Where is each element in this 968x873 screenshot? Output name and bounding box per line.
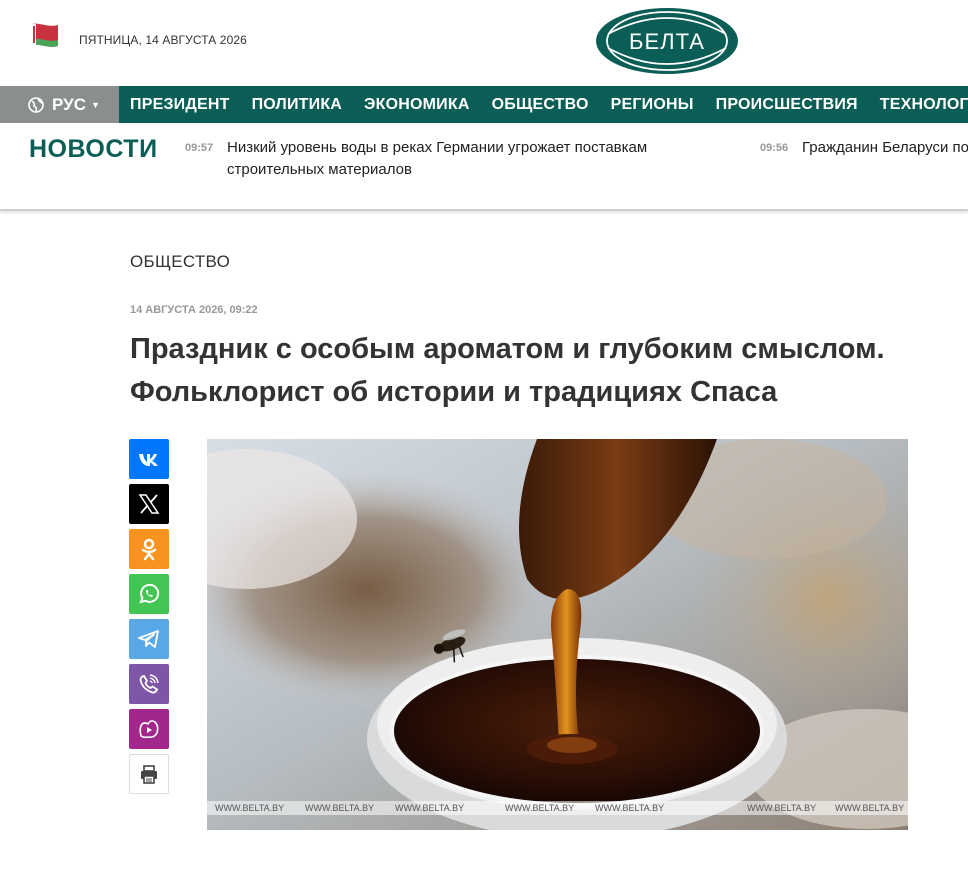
photo-watermark: WWW.BELTA.BY WWW.BELTA.BY WWW.BELTA.BY W… xyxy=(215,803,904,813)
telegram-icon xyxy=(138,630,159,648)
photo-watermark-text: WWW.BELTA.BY xyxy=(215,803,284,813)
language-selector[interactable]: РУС ▼ xyxy=(0,86,119,123)
vk-icon xyxy=(139,454,158,466)
article-section-link[interactable]: ОБЩЕСТВО xyxy=(130,252,230,272)
nav-items: ПРЕЗИДЕНТ ПОЛИТИКА ЭКОНОМИКА ОБЩЕСТВО РЕ… xyxy=(119,86,968,123)
ticker-headline[interactable]: Низкий уровень воды в реках Германии угр… xyxy=(227,137,697,181)
photo-watermark-text: WWW.BELTA.BY xyxy=(835,803,904,813)
article-lead-partial xyxy=(207,858,907,873)
globe-icon xyxy=(28,96,44,113)
photo-watermark-text: WWW.BELTA.BY xyxy=(747,803,816,813)
alice-icon xyxy=(139,720,159,739)
print-icon xyxy=(141,765,157,784)
language-label: РУС xyxy=(52,94,86,114)
odnoklassniki-icon xyxy=(141,538,157,561)
nav-item-regions[interactable]: РЕГИОНЫ xyxy=(600,96,705,114)
belarus-flag-icon xyxy=(32,23,58,47)
ticker-headline[interactable]: Гражданин Беларуси по xyxy=(802,137,968,159)
main-nav: РУС ▼ ПРЕЗИДЕНТ ПОЛИТИКА ЭКОНОМИКА ОБЩЕС… xyxy=(0,86,968,123)
belta-logo[interactable]: БЕЛТА xyxy=(594,6,740,76)
photo-watermark-text: WWW.BELTA.BY xyxy=(305,803,374,813)
nav-item-economy[interactable]: ЭКОНОМИКА xyxy=(353,96,481,114)
article-title: Праздник с особым ароматом и глубоким см… xyxy=(130,333,885,408)
honey-photo-image: WWW.BELTA.BY WWW.BELTA.BY WWW.BELTA.BY W… xyxy=(207,439,908,830)
svg-text:БЕЛТА: БЕЛТА xyxy=(629,29,705,54)
news-ticker: НОВОСТИ 09:57 Низкий уровень воды в река… xyxy=(0,123,968,211)
photo-watermark-text: WWW.BELTA.BY xyxy=(505,803,574,813)
article-date: 14 АВГУСТА 2026, 09:22 xyxy=(130,304,258,316)
share-vk-button[interactable] xyxy=(129,439,169,479)
photo-watermark-text: WWW.BELTA.BY xyxy=(595,803,664,813)
ticker-time: 09:57 xyxy=(185,142,214,154)
share-buttons xyxy=(129,439,169,799)
share-alice-button[interactable] xyxy=(129,709,169,749)
whatsapp-icon xyxy=(139,583,160,604)
share-viber-button[interactable] xyxy=(129,664,169,704)
share-x-button[interactable] xyxy=(129,484,169,524)
nav-item-politics[interactable]: ПОЛИТИКА xyxy=(241,96,353,114)
nav-item-technology[interactable]: ТЕХНОЛОГИИ xyxy=(869,96,968,114)
photo-watermark-text: WWW.BELTA.BY xyxy=(395,803,464,813)
nav-item-society[interactable]: ОБЩЕСТВО xyxy=(481,96,600,114)
chevron-down-icon: ▼ xyxy=(90,99,100,110)
ticker-title[interactable]: НОВОСТИ xyxy=(29,135,158,164)
print-button[interactable] xyxy=(129,754,169,794)
nav-item-incidents[interactable]: ПРОИСШЕСТВИЯ xyxy=(705,96,869,114)
top-header: ПЯТНИЦА, 14 АВГУСТА 2026 БЕЛТА xyxy=(0,0,968,86)
current-date: ПЯТНИЦА, 14 АВГУСТА 2026 xyxy=(79,33,247,47)
article-photo: WWW.BELTA.BY WWW.BELTA.BY WWW.BELTA.BY W… xyxy=(207,439,908,830)
nav-item-president[interactable]: ПРЕЗИДЕНТ xyxy=(119,96,241,114)
share-whatsapp-button[interactable] xyxy=(129,574,169,614)
x-icon xyxy=(138,494,160,514)
viber-icon xyxy=(139,674,159,694)
share-odnoklassniki-button[interactable] xyxy=(129,529,169,569)
share-telegram-button[interactable] xyxy=(129,619,169,659)
ticker-time: 09:56 xyxy=(760,142,789,154)
